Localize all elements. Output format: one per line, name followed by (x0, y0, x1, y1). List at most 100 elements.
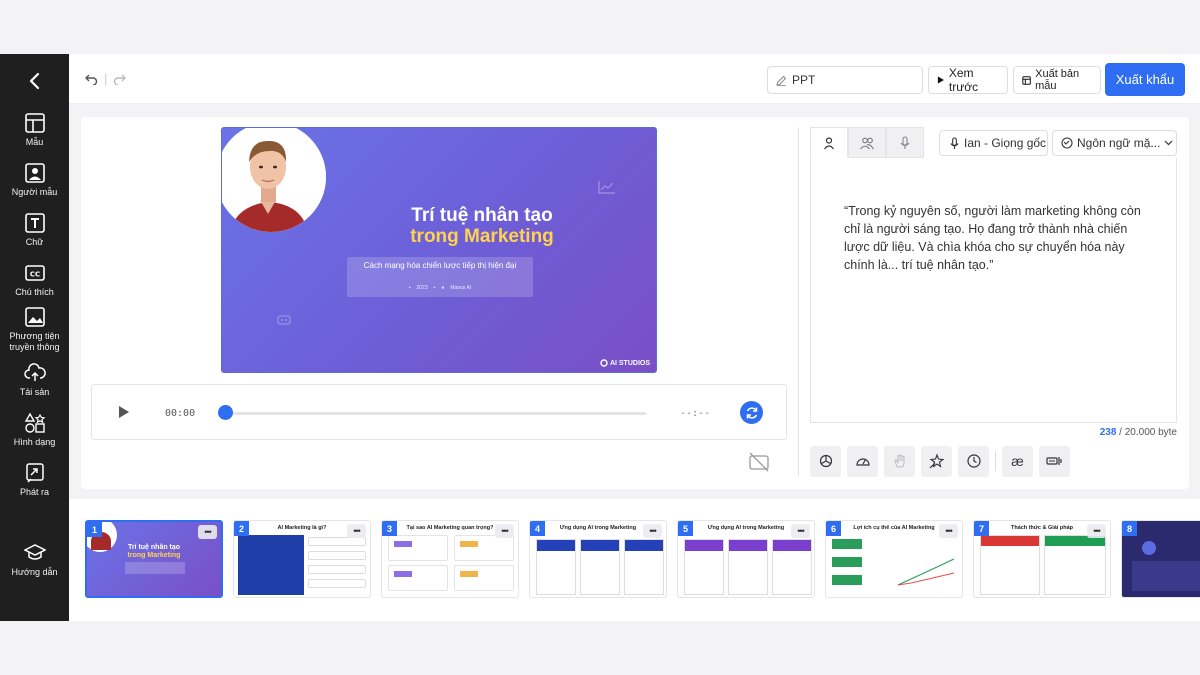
progress-knob[interactable] (218, 405, 233, 420)
brand-logo: AI STUDIOS (600, 359, 650, 367)
slide-year: 2023 (416, 285, 428, 291)
slide-number: 7 (974, 521, 989, 536)
slide-thumbnail-title: Thách thức & Giải pháp (1010, 525, 1074, 531)
sidebar-item-shapes[interactable]: Hình dạng (0, 412, 69, 448)
avatar[interactable] (222, 128, 326, 232)
sidebar-item-avatar[interactable]: Người mẫu (0, 162, 69, 198)
ae-icon: æ (1011, 453, 1024, 469)
sidebar-item-label: Phương tiện truyền thông (9, 331, 60, 352)
cc-icon: CC (24, 265, 45, 281)
voice-label: Ian - Giọng gốc (964, 136, 1047, 150)
byte-counter: 238 / 20.000 byte (1050, 427, 1177, 438)
play-icon[interactable] (118, 405, 130, 419)
tab-audio[interactable] (886, 127, 924, 158)
graduation-cap-icon (23, 544, 46, 560)
back-button[interactable] (22, 68, 48, 94)
tool-separator (995, 451, 996, 471)
slide-thumbnail[interactable]: Trí tuệ nhân tạo trong Marketing 1 ••• (85, 520, 223, 598)
slide-canvas[interactable]: Trí tuệ nhân tạo trong Marketing Cách mạ… (221, 127, 657, 373)
slide-thumbnail-title: Tại sao AI Marketing quan trọng? (406, 525, 494, 531)
sidebar-item-assets[interactable]: Tải sản (0, 362, 69, 398)
sidebar-item-template[interactable]: Mẫu (0, 112, 69, 148)
more-options-icon[interactable]: ••• (347, 524, 366, 538)
slide-thumbnail[interactable]: 2 ••• AI Marketing là gì? (233, 520, 371, 598)
slide-thumbnail[interactable]: 7 ••• Thách thức & Giải pháp (973, 520, 1111, 598)
refresh-icon (746, 406, 757, 419)
gesture-button[interactable] (884, 445, 915, 477)
slide-subtitle[interactable]: Cách mạng hóa chiến lược tiếp thị hiện đ… (352, 261, 528, 271)
slide-thumbnail[interactable]: 4 ••• Ứng dụng AI trong Marketing (529, 520, 667, 598)
speed-button[interactable] (847, 445, 878, 477)
slide-title-line-2[interactable]: trong Marketing (332, 226, 632, 248)
template-icon (1022, 75, 1031, 85)
byte-used: 238 (1099, 427, 1117, 438)
more-options-icon[interactable]: ••• (1087, 524, 1106, 538)
redo-icon[interactable] (113, 72, 127, 85)
more-options-icon[interactable]: ••• (495, 524, 514, 538)
calendar-icon: ▪ (408, 285, 411, 291)
sidebar-item-label: Tải sản (19, 387, 50, 397)
slide-thumbnail[interactable]: 5 ••• Ứng dụng AI trong Marketing (677, 520, 815, 598)
export-icon (25, 463, 44, 483)
project-name-input[interactable]: PPT (767, 66, 923, 94)
sidebar-item-label: Mẫu (25, 137, 44, 147)
export-template-button[interactable]: Xuất bản mẫu (1013, 66, 1101, 94)
more-options-icon[interactable]: ••• (791, 524, 810, 538)
slide-number: 3 (382, 521, 397, 536)
subtitle-off-icon[interactable] (748, 452, 770, 472)
voice-select[interactable]: Ian - Giọng gốc (939, 130, 1048, 156)
preview-button[interactable]: Xem trước (928, 66, 1008, 94)
clock-icon (966, 454, 981, 468)
sidebar-item-label: Người mẫu (11, 187, 58, 197)
audio-player: 00:00 --:-- (91, 384, 787, 440)
slide-thumbnail-title: Ứng dụng AI trong Marketing (559, 525, 637, 531)
undo-icon[interactable] (85, 72, 98, 85)
ai-script-button[interactable] (810, 445, 841, 477)
sidebar-item-label: Phát ra (19, 487, 50, 497)
slide-number: 4 (530, 521, 545, 536)
robot-icon (277, 315, 291, 325)
top-margin-band (0, 0, 1200, 54)
brand-text: AI STUDIOS (609, 359, 650, 367)
regenerate-button[interactable] (740, 401, 763, 424)
script-text[interactable]: “Trong kỷ nguyên số, người làm marketing… (844, 202, 1149, 274)
more-options-icon[interactable]: ••• (198, 525, 217, 539)
tab-single-avatar[interactable] (810, 127, 848, 158)
pronunciation-icon (1045, 457, 1062, 465)
sidebar-item-text[interactable]: Chữ (0, 212, 69, 248)
more-options-icon[interactable]: ••• (939, 524, 958, 538)
pronunciation-button[interactable] (1039, 445, 1070, 477)
pause-button[interactable] (958, 445, 989, 477)
slide-thumbnail-title: Ứng dụng AI trong Marketing (707, 525, 785, 531)
sidebar-item-export[interactable]: Phát ra (0, 462, 69, 498)
tab-multi-avatar[interactable] (848, 127, 886, 158)
sidebar-item-caption[interactable]: CC Chú thích (0, 262, 69, 298)
panel-divider (798, 127, 799, 477)
sidebar-item-guide[interactable]: Hướng dẫn (0, 542, 69, 578)
script-editor[interactable]: “Trong kỷ nguyên số, người làm marketing… (810, 158, 1177, 423)
slide-number: 6 (826, 521, 841, 536)
globe-icon (1061, 137, 1073, 149)
slide-title-line-1[interactable]: Trí tuệ nhân tạo (332, 205, 632, 227)
slide-meta: ▪ 2023 • ● Manus AI (352, 285, 528, 291)
export-button[interactable]: Xuất khẩu (1105, 63, 1185, 96)
more-options-icon[interactable]: ••• (643, 524, 662, 538)
slide-thumbnail-title: AI Marketing là gì? (277, 525, 327, 531)
sidebar-item-label: Hình dạng (13, 437, 56, 447)
dot-separator: • (433, 285, 436, 291)
shapes-icon (24, 412, 45, 433)
microphone-icon (950, 136, 959, 149)
progress-track[interactable] (228, 412, 646, 415)
sidebar-item-media[interactable]: Phương tiện truyền thông (0, 306, 69, 353)
presenter-photo (222, 128, 326, 232)
effect-button[interactable] (921, 445, 952, 477)
slide-thumbnail[interactable]: 8 (1121, 520, 1200, 598)
svg-text:CC: CC (29, 271, 39, 279)
phoneme-button[interactable]: æ (1002, 445, 1033, 477)
microphone-icon (900, 135, 910, 149)
slide-thumbnail[interactable]: 6 ••• Lợi ích cụ thể của AI Marketing (825, 520, 963, 598)
slide-number: 2 (234, 521, 249, 536)
slide-thumbnail[interactable]: 3 ••• Tại sao AI Marketing quan trọng? (381, 520, 519, 598)
image-icon (24, 307, 45, 327)
language-select[interactable]: Ngôn ngữ mặ... (1052, 130, 1177, 156)
